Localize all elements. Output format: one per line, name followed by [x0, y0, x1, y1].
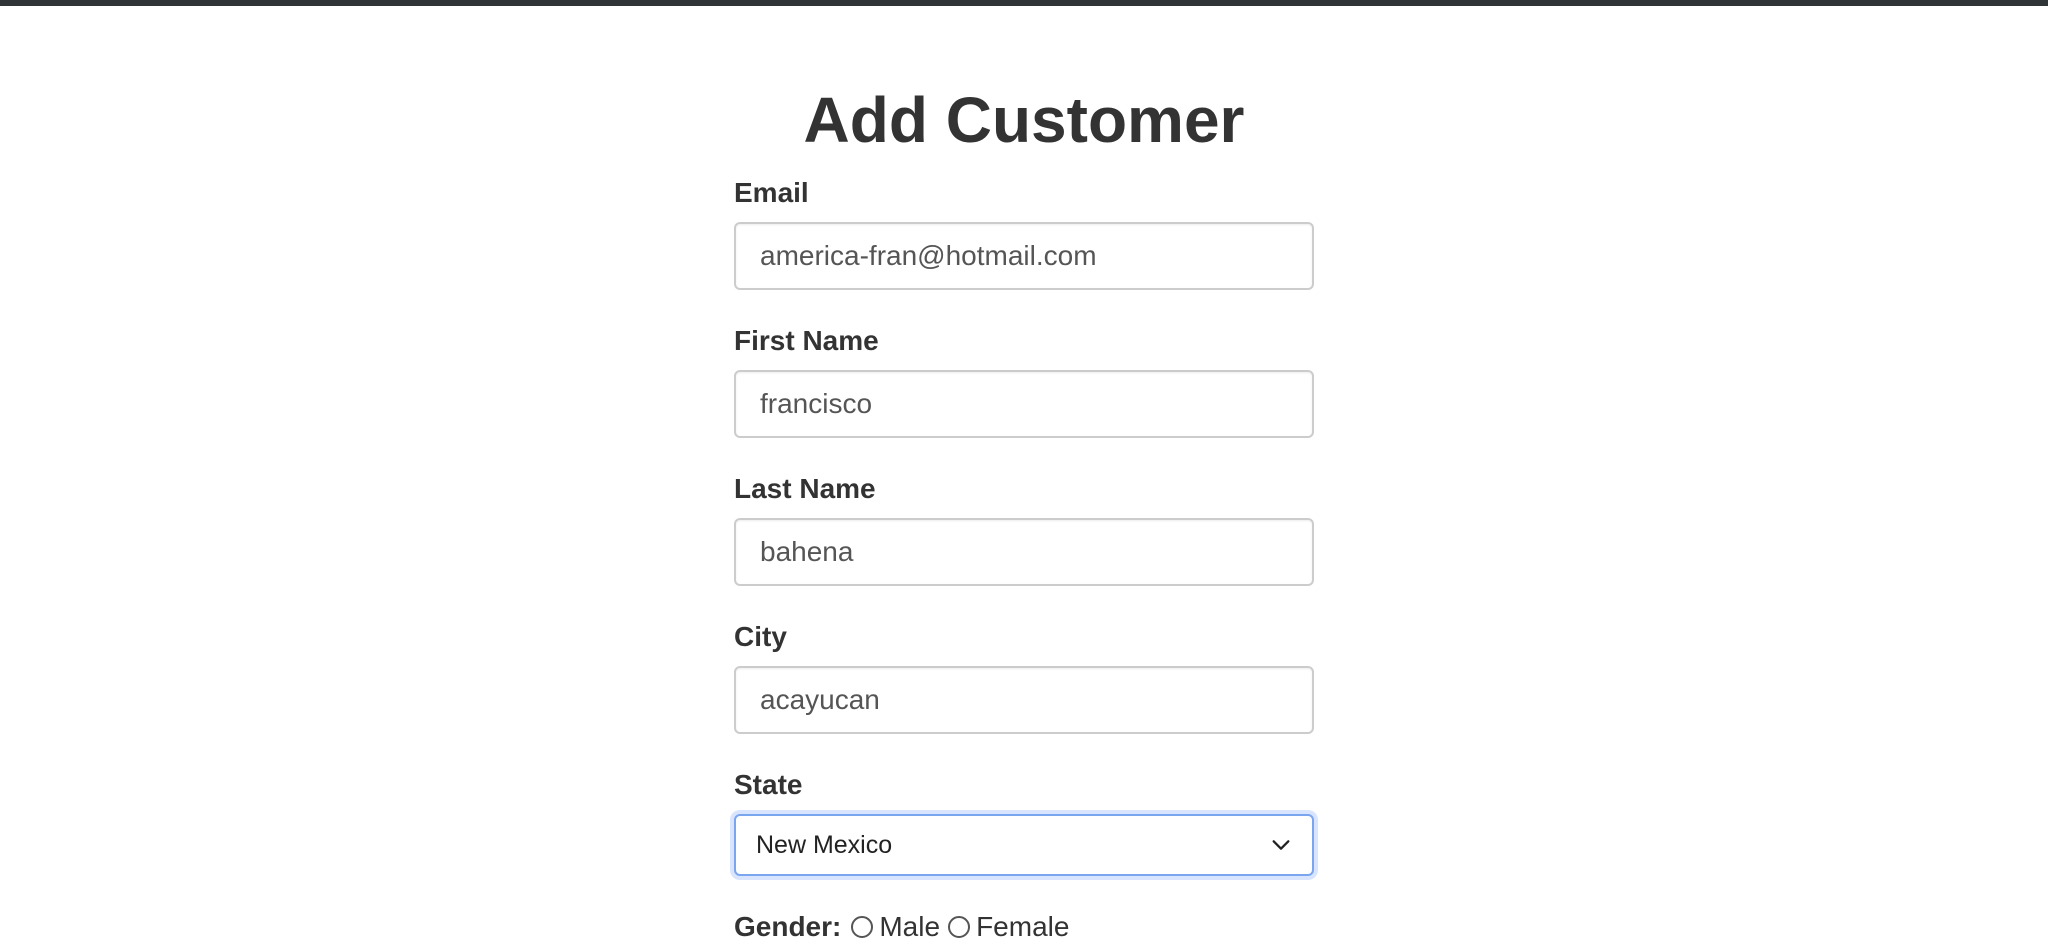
chevron-down-icon — [1272, 840, 1290, 850]
email-label: Email — [734, 177, 809, 208]
gender-radio-male[interactable] — [851, 916, 874, 938]
last-name-label: Last Name — [734, 473, 876, 504]
state-selected-value: New Mexico — [756, 830, 893, 859]
gender-option-male-label: Male — [879, 911, 941, 942]
last-name-input[interactable] — [734, 518, 1314, 586]
email-input[interactable] — [734, 222, 1314, 290]
top-navbar — [0, 0, 2048, 6]
state-group: State — [734, 768, 1314, 802]
first-name-label: First Name — [734, 325, 879, 356]
gender-option-female-label: Female — [976, 911, 1070, 942]
gender-radio-female[interactable] — [948, 916, 971, 938]
first-name-group: First Name — [734, 324, 1314, 358]
email-group: Email — [734, 176, 1314, 210]
city-label: City — [734, 621, 787, 652]
gender-group: Gender: Male Female — [734, 910, 1075, 944]
state-select[interactable]: New Mexico — [734, 814, 1314, 876]
gender-label: Gender: — [734, 911, 842, 942]
city-group: City — [734, 620, 1314, 654]
state-label: State — [734, 769, 803, 800]
page-title: Add Customer — [803, 84, 1245, 156]
city-input[interactable] — [734, 666, 1314, 734]
first-name-input[interactable] — [734, 370, 1314, 438]
last-name-group: Last Name — [734, 472, 1314, 506]
